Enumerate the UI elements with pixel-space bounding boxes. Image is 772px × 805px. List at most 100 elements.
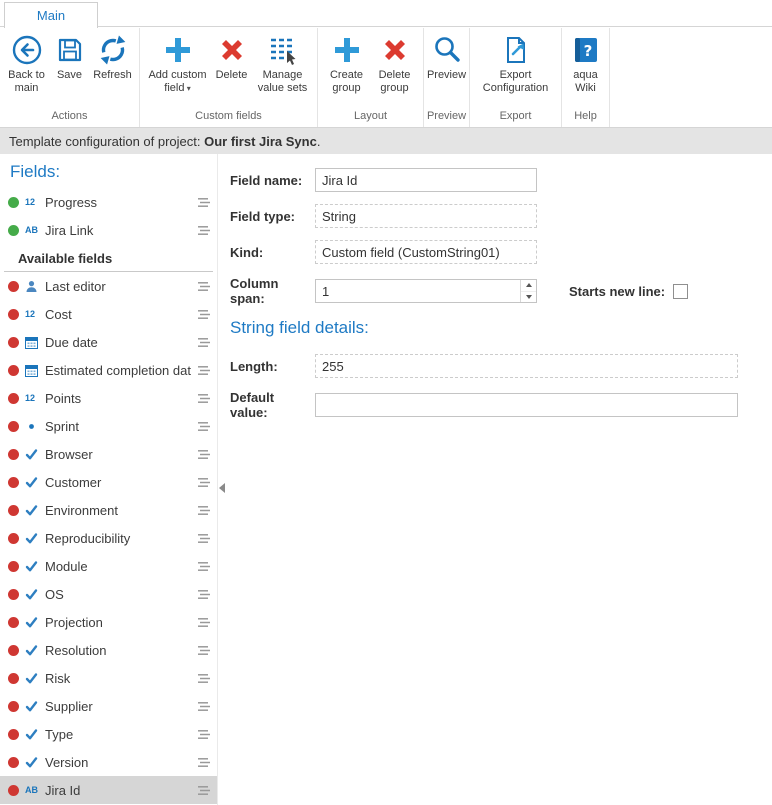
save-button[interactable]: Save [50,34,90,82]
ribbon-group-custom-fields: Add custom field ▾ Delete Manage value set… [140,28,318,127]
field-row-estimated-completion-dat[interactable]: Estimated completion dat [0,356,217,384]
drag-handle-icon[interactable] [197,785,211,796]
field-row-cost[interactable]: 12Cost [0,300,217,328]
project-name: Our first Jira Sync [204,134,317,149]
drag-handle-icon[interactable] [197,225,211,236]
field-row-last-editor[interactable]: Last editor [0,272,217,300]
check-icon [25,644,42,657]
length-label: Length: [230,359,315,374]
aqua-wiki-button[interactable]: ?aqua Wiki [566,34,606,95]
ribbon-button-label: aqua Wiki [567,69,605,95]
field-row-due-date[interactable]: Due date [0,328,217,356]
field-row-jira-link[interactable]: ABJira Link [0,216,217,244]
field-row-customer[interactable]: Customer [0,468,217,496]
spin-down-button[interactable] [521,292,536,303]
ribbon-group-layout: Create groupDelete group Layout [318,28,424,127]
drag-handle-icon[interactable] [197,757,211,768]
field-row-os[interactable]: OS [0,580,217,608]
field-row-supplier[interactable]: Supplier [0,692,217,720]
preview-button[interactable]: Preview [425,34,469,82]
field-label: Reproducibility [45,531,193,546]
status-red-dot-icon [8,337,19,348]
fields-panel: Fields: 12ProgressABJira Link Available … [0,154,218,805]
drag-handle-icon[interactable] [197,645,211,656]
field-row-resolution[interactable]: Resolution [0,636,217,664]
refresh-icon [97,34,129,69]
length-input[interactable] [315,354,738,378]
field-label: Browser [45,447,193,462]
drag-handle-icon[interactable] [197,673,211,684]
drag-handle-icon[interactable] [197,449,211,460]
field-row-points[interactable]: 12Points [0,384,217,412]
column-span-input[interactable] [315,279,537,303]
field-row-progress[interactable]: 12Progress [0,188,217,216]
field-label: Due date [45,335,193,350]
drag-handle-icon[interactable] [197,337,211,348]
drag-handle-icon[interactable] [197,197,211,208]
ribbon-group-export: Export ConfigurationExport [470,28,562,127]
drag-handle-icon[interactable] [197,617,211,628]
status-red-dot-icon [8,393,19,404]
drag-handle-icon[interactable] [197,505,211,516]
drag-handle-icon[interactable] [197,421,211,432]
create-group-button[interactable]: Create group [323,34,371,95]
ribbon-group-label: Preview [424,110,469,127]
field-label: Version [45,755,193,770]
drag-handle-icon[interactable] [197,477,211,488]
kind-input[interactable] [315,240,537,264]
available-fields-heading: Available fields [4,244,213,272]
export-configuration-button[interactable]: Export Configuration [474,34,558,95]
drag-handle-icon[interactable] [197,365,211,376]
field-name-label: Field name: [230,173,315,188]
add-custom-field-button[interactable]: Add custom field ▾ [146,34,210,95]
drag-handle-icon[interactable] [197,393,211,404]
drag-handle-icon[interactable] [197,309,211,320]
delete-button[interactable]: Delete [210,34,254,82]
field-row-browser[interactable]: Browser [0,440,217,468]
back-to-main-button[interactable]: Back to main [4,34,50,95]
field-name-input[interactable] [315,168,537,192]
ribbon-group-label: Layout [318,110,423,127]
collapse-panel-arrow-icon[interactable] [219,483,225,493]
starts-new-line-checkbox[interactable] [673,284,688,299]
drag-handle-icon[interactable] [197,589,211,600]
status-red-dot-icon [8,701,19,712]
string-field-details-title: String field details: [230,318,738,338]
field-row-type[interactable]: Type [0,720,217,748]
drag-handle-icon[interactable] [197,533,211,544]
field-row-sprint[interactable]: Sprint [0,412,217,440]
export-icon [500,34,532,69]
ribbon-button-label: Delete [216,69,248,82]
field-row-reproducibility[interactable]: Reproducibility [0,524,217,552]
field-label: Resolution [45,643,193,658]
ribbon-group-help: ?aqua WikiHelp [562,28,610,127]
drag-handle-icon[interactable] [197,701,211,712]
field-row-projection[interactable]: Projection [0,608,217,636]
field-row-risk[interactable]: Risk [0,664,217,692]
drag-handle-icon[interactable] [197,281,211,292]
active-fields-list: 12ProgressABJira Link [0,188,217,244]
refresh-button[interactable]: Refresh [90,34,136,82]
tab-main[interactable]: Main [4,2,98,28]
field-label: Progress [45,195,193,210]
delete-group-button[interactable]: Delete group [371,34,419,95]
text-icon: AB [25,785,42,795]
ribbon-button-label: Save [57,69,82,82]
field-row-version[interactable]: Version [0,748,217,776]
status-red-dot-icon [8,589,19,600]
manage-value-sets-button[interactable]: Manage value sets [254,34,312,95]
status-green-dot-icon [8,225,19,236]
field-row-jira-id[interactable]: ABJira Id [0,776,217,804]
field-row-environment[interactable]: Environment [0,496,217,524]
field-label: Last editor [45,279,193,294]
status-red-dot-icon [8,757,19,768]
status-red-dot-icon [8,505,19,516]
drag-handle-icon[interactable] [197,729,211,740]
field-row-module[interactable]: Module [0,552,217,580]
field-type-input[interactable] [315,204,537,228]
drag-handle-icon[interactable] [197,561,211,572]
available-fields-list: Last editor 12Cost Due date Estimated compl… [0,272,217,804]
spin-up-button[interactable] [521,280,536,292]
titlebar-prefix: Template configuration of project: [9,134,204,149]
default-value-input[interactable] [315,393,738,417]
